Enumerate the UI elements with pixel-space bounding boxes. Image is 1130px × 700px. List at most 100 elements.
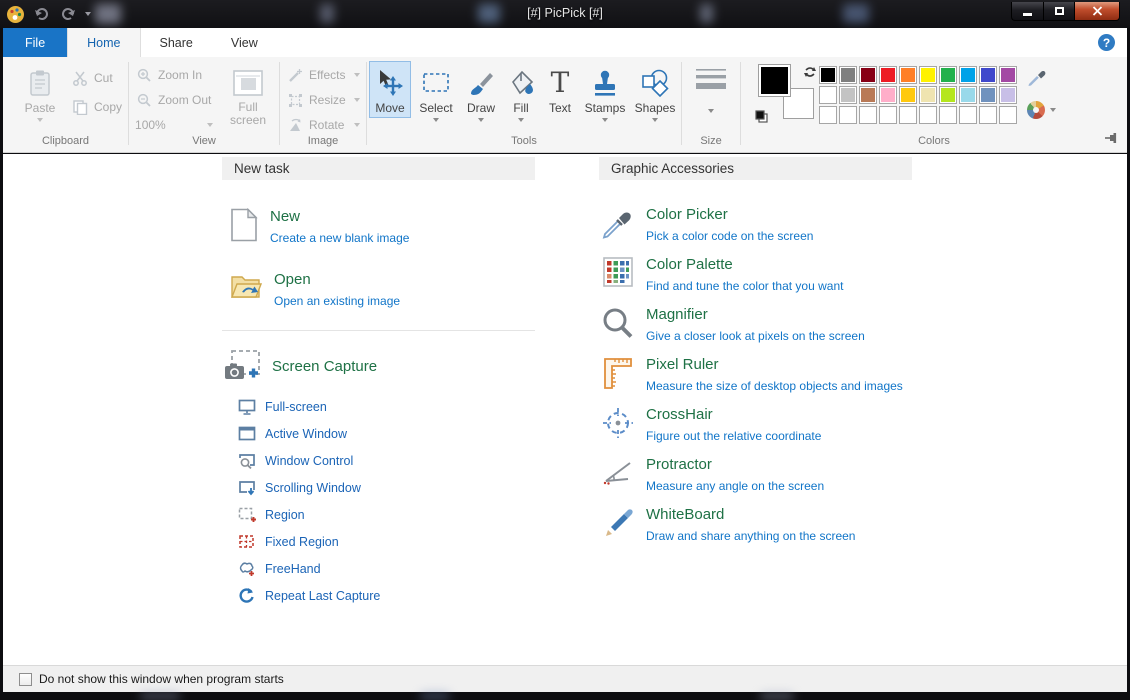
screen-capture-icon [224, 349, 262, 383]
palette-color[interactable] [979, 66, 997, 84]
palette-color[interactable] [919, 86, 937, 104]
magnifier-item[interactable]: Magnifier Give a closer look at pixels o… [601, 306, 912, 343]
whiteboard-item[interactable]: WhiteBoard Draw and share anything on th… [601, 506, 912, 543]
text-tool-button[interactable]: T Text [541, 61, 579, 118]
tab-file[interactable]: File [3, 28, 67, 57]
full-screen-capture-icon [238, 399, 256, 415]
resize-button[interactable]: Resize [286, 91, 360, 109]
color-palette-item[interactable]: Color Palette Find and tune the color th… [601, 256, 912, 293]
palette-color[interactable] [939, 66, 957, 84]
palette-color[interactable] [839, 106, 857, 124]
palette-color[interactable] [859, 66, 877, 84]
crosshair-item[interactable]: CrossHair Figure out the relative coordi… [601, 406, 912, 443]
size-button[interactable] [696, 67, 726, 113]
open-image-item[interactable]: Open Open an existing image [230, 271, 535, 308]
effects-icon [288, 68, 303, 83]
palette-color[interactable] [879, 66, 897, 84]
draw-tool-button[interactable]: Draw [461, 61, 501, 125]
accessory-desc: Measure the size of desktop objects and … [646, 379, 903, 393]
palette-color[interactable] [879, 86, 897, 104]
new-image-item[interactable]: New Create a new blank image [230, 208, 535, 245]
capture-repeat-last[interactable]: Repeat Last Capture [222, 582, 535, 609]
zoom-in-button[interactable]: Zoom In [135, 66, 213, 84]
resize-dropdown-icon [354, 98, 360, 102]
zoom-level-select[interactable]: 100% [135, 116, 213, 134]
cut-label: Cut [94, 71, 113, 85]
fill-tool-button[interactable]: Fill [503, 61, 539, 125]
screen-capture-item[interactable]: Screen Capture [224, 349, 535, 383]
tab-view[interactable]: View [212, 28, 277, 57]
swap-colors-icon[interactable] [803, 65, 817, 79]
help-icon[interactable]: ? [1098, 34, 1115, 51]
palette-color[interactable] [859, 106, 877, 124]
tab-home[interactable]: Home [67, 28, 140, 57]
close-button[interactable] [1075, 2, 1120, 21]
palette-color[interactable] [839, 66, 857, 84]
capture-window-control[interactable]: Window Control [222, 447, 535, 474]
palette-color[interactable] [959, 86, 977, 104]
capture-full-screen[interactable]: Full-screen [222, 393, 535, 420]
palette-color[interactable] [979, 86, 997, 104]
minimize-button[interactable] [1011, 2, 1044, 21]
copy-button[interactable]: Copy [71, 98, 122, 116]
palette-color[interactable] [899, 86, 917, 104]
palette-color[interactable] [979, 106, 997, 124]
pixel-ruler-item[interactable]: Pixel Ruler Measure the size of desktop … [601, 356, 912, 393]
paste-button[interactable]: Paste [15, 61, 65, 125]
maximize-button[interactable] [1044, 2, 1075, 21]
palette-color[interactable] [819, 86, 837, 104]
paste-label: Paste [25, 101, 56, 115]
protractor-item[interactable]: Protractor Measure any angle on the scre… [601, 456, 912, 493]
window-controls [1011, 2, 1120, 21]
palette-color[interactable] [899, 106, 917, 124]
capture-fixed-region[interactable]: Fixed Region [222, 528, 535, 555]
palette-color[interactable] [919, 106, 937, 124]
capture-active-window[interactable]: Active Window [222, 420, 535, 447]
palette-color[interactable] [959, 106, 977, 124]
palette-color[interactable] [939, 106, 957, 124]
default-colors-icon[interactable] [755, 110, 768, 123]
capture-freehand[interactable]: FreeHand [222, 555, 535, 582]
palette-color[interactable] [959, 66, 977, 84]
palette-color[interactable] [999, 106, 1017, 124]
group-label-clipboard: Clipboard [3, 134, 128, 152]
eyedropper-icon[interactable] [1027, 67, 1047, 87]
palette-color[interactable] [999, 86, 1017, 104]
dont-show-checkbox[interactable] [19, 673, 32, 686]
paste-dropdown-icon [37, 118, 43, 122]
palette-color[interactable] [839, 86, 857, 104]
palette-color[interactable] [899, 66, 917, 84]
foreground-color-swatch[interactable] [759, 65, 790, 96]
draw-label: Draw [467, 101, 495, 115]
palette-color[interactable] [819, 106, 837, 124]
protractor-icon [602, 457, 634, 485]
palette-color[interactable] [819, 66, 837, 84]
shapes-tool-button[interactable]: Shapes [631, 61, 679, 125]
more-colors-button[interactable] [1027, 101, 1056, 119]
zoom-out-button[interactable]: Zoom Out [135, 91, 213, 109]
capture-scrolling-window[interactable]: Scrolling Window [222, 474, 535, 501]
cut-button[interactable]: Cut [71, 69, 122, 87]
copy-label: Copy [94, 100, 122, 114]
graphic-accessories-header: Graphic Accessories [599, 157, 912, 180]
color-picker-item[interactable]: Color Picker Pick a color code on the sc… [601, 206, 912, 243]
capture-region[interactable]: Region [222, 501, 535, 528]
palette-color[interactable] [999, 66, 1017, 84]
palette-color[interactable] [939, 86, 957, 104]
select-tool-button[interactable]: Select [413, 61, 459, 125]
full-screen-button[interactable]: Full screen [223, 61, 273, 130]
tab-share[interactable]: Share [141, 28, 212, 57]
move-tool-button[interactable]: Move [369, 61, 411, 118]
palette-color[interactable] [859, 86, 877, 104]
draw-dropdown-icon [478, 118, 484, 122]
title-bar: [#] PicPick [#] [0, 0, 1130, 28]
effects-button[interactable]: Effects [286, 66, 360, 84]
pin-ribbon-icon[interactable] [1104, 131, 1118, 145]
stamps-tool-button[interactable]: Stamps [581, 61, 629, 125]
palette-color[interactable] [879, 106, 897, 124]
palette-color[interactable] [919, 66, 937, 84]
taskbar-blur-decoration [760, 693, 794, 699]
paste-icon [28, 69, 52, 97]
rotate-button[interactable]: Rotate [286, 116, 360, 134]
accessory-title: CrossHair [646, 406, 821, 423]
